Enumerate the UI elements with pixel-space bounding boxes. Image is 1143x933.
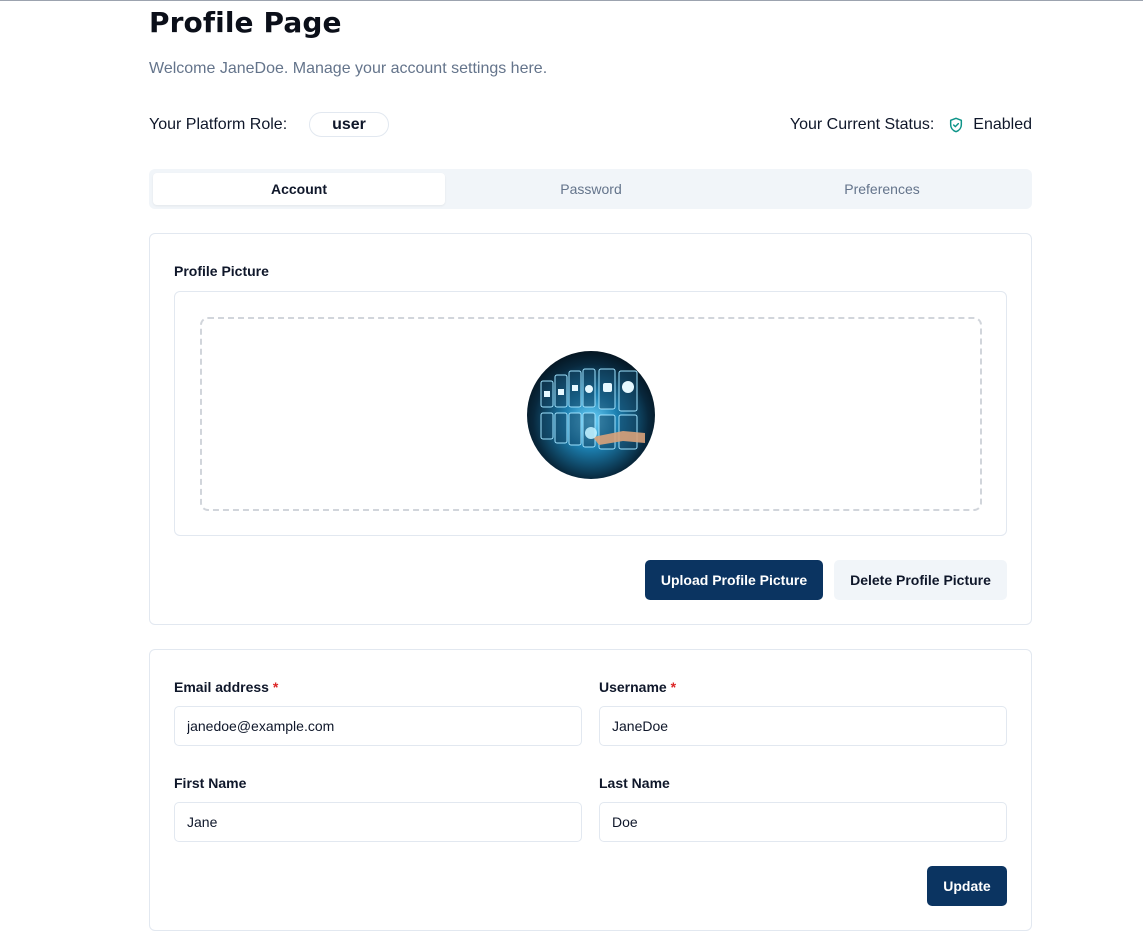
avatar [527, 351, 655, 479]
top-border [0, 0, 1143, 1]
first-name-field[interactable] [174, 802, 582, 842]
required-mark: * [272, 679, 279, 695]
avatar-image [527, 351, 655, 479]
profile-picture-box [174, 291, 1007, 536]
required-mark: * [670, 679, 677, 695]
first-name-label: First Name [174, 775, 247, 791]
role-status-row: Your Platform Role: user Your Current St… [149, 112, 1032, 138]
delete-profile-picture-button[interactable]: Delete Profile Picture [834, 560, 1007, 600]
profile-picture-card: Profile Picture Upload Profile Picture D… [149, 233, 1032, 625]
shield-check-icon [950, 117, 963, 133]
status-indicator: Your Current Status: Enabled [790, 116, 1032, 134]
last-name-field[interactable] [599, 802, 1007, 842]
profile-picture-label: Profile Picture [174, 263, 269, 279]
username-field[interactable] [599, 706, 1007, 746]
tab-password[interactable]: Password [445, 173, 737, 205]
upload-profile-picture-button[interactable]: Upload Profile Picture [645, 560, 823, 600]
tab-preferences[interactable]: Preferences [736, 173, 1028, 205]
account-details-card: Email address * Username * First Name La… [149, 649, 1032, 931]
username-label-text: Username [599, 679, 667, 695]
tab-account[interactable]: Account [153, 173, 445, 205]
current-status-label: Your Current Status: [789, 116, 935, 133]
update-button[interactable]: Update [927, 866, 1007, 906]
username-label: Username * [599, 679, 676, 695]
role-badge: user [309, 112, 389, 137]
email-label: Email address * [174, 679, 278, 695]
settings-tabs: Account Password Preferences [149, 169, 1032, 209]
picture-drop-zone[interactable] [200, 317, 982, 511]
page-title: Profile Page [149, 6, 342, 39]
last-name-label: Last Name [599, 775, 670, 791]
page-subtitle: Welcome JaneDoe. Manage your account set… [149, 60, 548, 77]
email-label-text: Email address [174, 679, 269, 695]
platform-role-label: Your Platform Role: [149, 116, 288, 133]
email-field[interactable] [174, 706, 582, 746]
status-value: Enabled [973, 116, 1032, 133]
